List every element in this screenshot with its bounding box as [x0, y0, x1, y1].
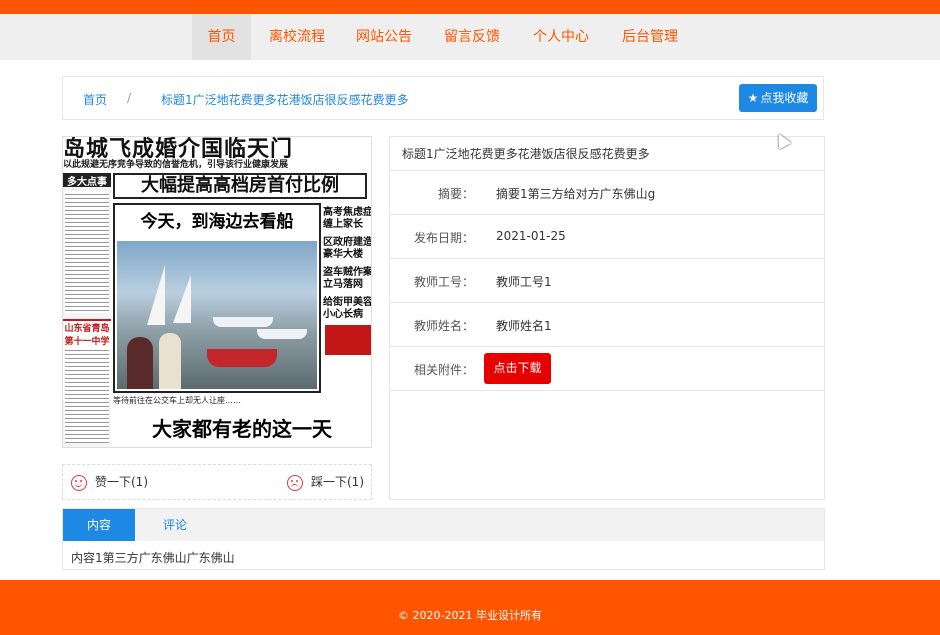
- newspaper-red-panel: [325, 325, 371, 355]
- newspaper-right-item: 缠上家长: [323, 219, 363, 230]
- like-label: 赞一下(1): [95, 475, 148, 489]
- detail-title: 标题1广泛地花费更多花港饭店很反感花费更多: [390, 137, 824, 171]
- detail-row-date: 发布日期： 2021-01-25: [390, 215, 824, 259]
- boat-shape: [207, 349, 277, 367]
- person-figure: [159, 333, 181, 389]
- detail-label: 教师姓名：: [413, 319, 474, 333]
- detail-value: 2021-01-25: [496, 229, 566, 243]
- star-icon: ★: [747, 91, 759, 105]
- detail-value: 摘要1第三方给对方广东佛山g: [496, 187, 656, 201]
- newspaper-subline: 以此规避无序竞争导致的信誉危机，引导该行业健康发展: [63, 160, 289, 170]
- top-accent-bar: [0, 0, 940, 14]
- nav-feedback[interactable]: 留言反馈: [435, 14, 509, 60]
- newspaper-right-item: 给街甲美容: [323, 297, 372, 308]
- newspaper-right-item: 高考焦虑症: [323, 207, 372, 218]
- dislike-label: 踩一下(1): [311, 475, 364, 489]
- tab-bar: 内容 评论: [63, 509, 824, 541]
- main-nav: 首页 离校流程 网站公告 留言反馈 个人中心 后台管理: [0, 14, 940, 60]
- newspaper-headline-3: 今天，到海边去看船: [140, 212, 294, 232]
- dislike-button[interactable]: 踩一下(1): [287, 473, 364, 491]
- newspaper-left-tag: 多大点事: [63, 173, 111, 188]
- person-figure: [127, 337, 153, 389]
- detail-value: 教师工号1: [496, 275, 552, 289]
- nav-leave-process[interactable]: 离校流程: [260, 14, 334, 60]
- detail-value: 教师姓名1: [496, 319, 552, 333]
- tab-content[interactable]: 内容: [63, 509, 135, 541]
- newspaper-right-item: 豪华大楼: [323, 249, 363, 260]
- smile-icon: [71, 474, 87, 491]
- breadcrumb-home[interactable]: 首页: [83, 91, 107, 108]
- tab-comments[interactable]: 评论: [143, 509, 207, 541]
- breadcrumb-separator: /: [127, 91, 132, 105]
- nav-announcements[interactable]: 网站公告: [347, 14, 421, 60]
- detail-row-teacher-id: 教师工号： 教师工号1: [390, 259, 824, 303]
- vote-bar: 赞一下(1) 踩一下(1): [62, 464, 372, 500]
- newspaper-bottom-line: 等待前往在公交车上却无人让座……: [113, 396, 241, 405]
- newspaper-left-ad-title: 山东省青岛第十一中学: [64, 324, 110, 347]
- nav-personal-center[interactable]: 个人中心: [524, 14, 598, 60]
- breadcrumb: 首页 / 标题1广泛地花费更多花港饭店很反感花费更多 ★ 点我收藏: [62, 76, 824, 120]
- detail-label: 教师工号：: [413, 275, 474, 289]
- like-button[interactable]: 赞一下(1): [71, 473, 148, 491]
- sad-icon: [287, 474, 303, 491]
- footer: © 2020-2021 毕业设计所有: [0, 580, 940, 635]
- detail-row-attachment: 相关附件： 点击下载: [390, 347, 824, 391]
- tab-panel-text: 内容1第三方广东佛山广东佛山: [71, 551, 235, 565]
- sail-shape: [147, 265, 165, 325]
- sail-shape: [173, 275, 191, 323]
- detail-label: 摘要：: [437, 187, 474, 201]
- newspaper-right-item: 立马落网: [323, 279, 363, 290]
- cover-image: 岛城飞成婚介国临天门 以此规避无序竞争导致的信誉危机，引导该行业健康发展 多大点…: [62, 136, 372, 448]
- newspaper-text-block: [65, 347, 109, 443]
- newspaper-text-block: [65, 191, 109, 313]
- nav-admin[interactable]: 后台管理: [613, 14, 687, 60]
- nav-home[interactable]: 首页: [192, 14, 251, 60]
- content-tabs: 内容 评论 内容1第三方广东佛山广东佛山: [62, 508, 825, 570]
- detail-label: 相关附件：: [413, 363, 474, 377]
- newspaper-headline-4: 大家都有老的这一天: [152, 417, 332, 441]
- favorite-button-label: 点我收藏: [760, 91, 809, 105]
- newspaper-headline-top: 岛城飞成婚介国临天门: [63, 137, 371, 162]
- newspaper-right-item: 区政府建造: [323, 237, 372, 248]
- newspaper-headline-2: 大幅提高高档房首付比例: [113, 173, 367, 199]
- detail-panel: 标题1广泛地花费更多花港饭店很反感花费更多 摘要： 摘要1第三方给对方广东佛山g…: [389, 136, 825, 500]
- detail-row-summary: 摘要： 摘要1第三方给对方广东佛山g: [390, 171, 824, 215]
- breadcrumb-current: 标题1广泛地花费更多花港饭店很反感花费更多: [161, 93, 409, 107]
- newspaper-right-item: 小心长病: [323, 309, 363, 320]
- download-button[interactable]: 点击下载: [484, 353, 551, 384]
- boat-shape: [213, 317, 273, 327]
- newspaper-right-item: 盗车贼作案: [323, 267, 372, 278]
- newspaper-photo: [117, 241, 317, 389]
- detail-label: 发布日期：: [413, 231, 474, 245]
- detail-row-teacher-name: 教师姓名： 教师姓名1: [390, 303, 824, 347]
- newspaper-right-column: 高考焦虑症 缠上家长 区政府建造 豪华大楼 盗车贼作案 立马落网 给街甲美容 小…: [323, 203, 372, 393]
- boat-shape: [257, 329, 307, 339]
- favorite-button[interactable]: ★ 点我收藏: [739, 84, 817, 112]
- footer-copyright: © 2020-2021 毕业设计所有: [398, 609, 542, 622]
